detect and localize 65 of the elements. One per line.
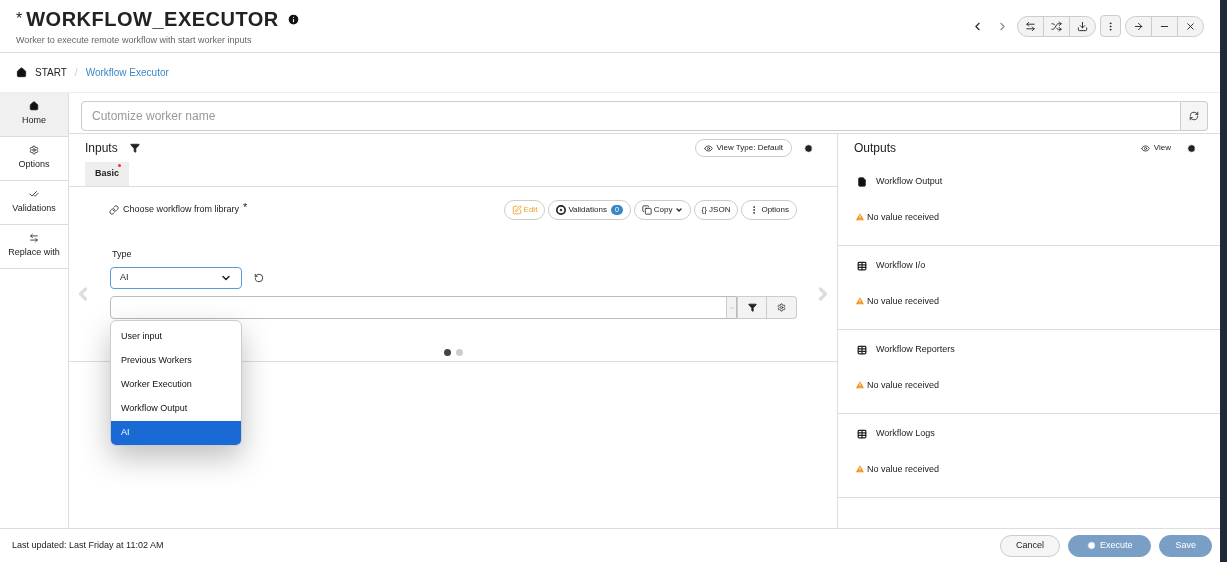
outputs-title: Outputs bbox=[854, 140, 897, 157]
circle-icon bbox=[556, 205, 567, 215]
gear-icon bbox=[777, 303, 786, 312]
download-icon bbox=[1077, 20, 1088, 32]
window-subtitle: Worker to execute remote workflow with start worker inputs bbox=[16, 34, 253, 48]
sidebar-item[interactable]: Home bbox=[0, 93, 68, 137]
eye-icon bbox=[703, 143, 713, 153]
dropdown-option[interactable]: Worker Execution bbox=[111, 373, 241, 397]
swap-icon bbox=[29, 233, 39, 244]
output-status: No value received bbox=[867, 210, 940, 224]
close-icon bbox=[1185, 20, 1196, 32]
table-icon bbox=[857, 344, 867, 355]
warning-icon bbox=[855, 212, 865, 223]
output-status: No value received bbox=[867, 462, 940, 476]
link-icon bbox=[109, 205, 119, 215]
required-mark: * bbox=[243, 199, 248, 215]
inputs-title: Inputs bbox=[85, 140, 118, 157]
copy-icon bbox=[641, 205, 652, 215]
home-icon[interactable] bbox=[16, 67, 27, 78]
warning-icon bbox=[855, 464, 865, 475]
breadcrumb-link[interactable]: Workflow Executor bbox=[85, 65, 169, 80]
home-icon bbox=[29, 101, 39, 112]
tab[interactable]: Basic bbox=[85, 162, 130, 186]
type-select[interactable]: AI bbox=[110, 267, 242, 289]
dropdown-option[interactable]: AI bbox=[111, 421, 241, 445]
field-label: Choose workflow from library bbox=[123, 203, 240, 217]
output-title: Workflow I/o bbox=[876, 259, 926, 272]
caret-icon bbox=[674, 206, 683, 214]
edit-icon bbox=[511, 205, 522, 215]
worker-name-field[interactable]: Cutomize worker name bbox=[81, 101, 1181, 131]
caret-icon bbox=[728, 304, 735, 311]
reset-icon[interactable] bbox=[254, 273, 264, 283]
filter-button[interactable] bbox=[737, 296, 767, 319]
shuffle-icon bbox=[1051, 20, 1062, 32]
unsaved-mark: * bbox=[16, 9, 23, 30]
last-updated: Last updated: Last Friday at 11:02 AM bbox=[12, 538, 164, 552]
filter-icon bbox=[747, 303, 757, 312]
double-check-icon bbox=[29, 189, 39, 200]
cancel-button[interactable]: Cancel bbox=[999, 534, 1060, 557]
dropdown-option[interactable]: Previous Workers bbox=[111, 349, 241, 373]
warning-icon bbox=[855, 296, 865, 307]
output-title: Workflow Output bbox=[876, 175, 943, 188]
dropdown-option[interactable]: User input bbox=[111, 325, 241, 349]
breadcrumb-link[interactable]: START bbox=[35, 65, 67, 80]
dropdown-option[interactable]: Workflow Output bbox=[111, 397, 241, 421]
table-icon bbox=[857, 428, 867, 439]
refresh-button[interactable] bbox=[1181, 101, 1208, 131]
filter-icon[interactable] bbox=[129, 143, 140, 153]
arrow-right-icon bbox=[1133, 20, 1144, 32]
output-status: No value received bbox=[867, 294, 940, 308]
view-button[interactable]: View bbox=[1140, 142, 1171, 154]
swap-icon bbox=[1025, 20, 1036, 32]
type-label: Type bbox=[112, 249, 132, 259]
file-icon bbox=[857, 176, 867, 187]
refresh-icon bbox=[1189, 111, 1199, 121]
output-title: Workflow Reporters bbox=[876, 343, 955, 356]
eye-icon bbox=[1140, 143, 1150, 153]
info-icon bbox=[286, 12, 300, 26]
output-status: No value received bbox=[867, 378, 940, 392]
warning-icon bbox=[855, 380, 865, 391]
breadcrumb-separator: / bbox=[74, 66, 78, 80]
output-title: Workflow Logs bbox=[876, 427, 935, 440]
window-title: WORKFLOW_EXECUTOR bbox=[26, 7, 279, 33]
table-icon bbox=[857, 260, 867, 271]
gear-icon bbox=[29, 145, 39, 156]
